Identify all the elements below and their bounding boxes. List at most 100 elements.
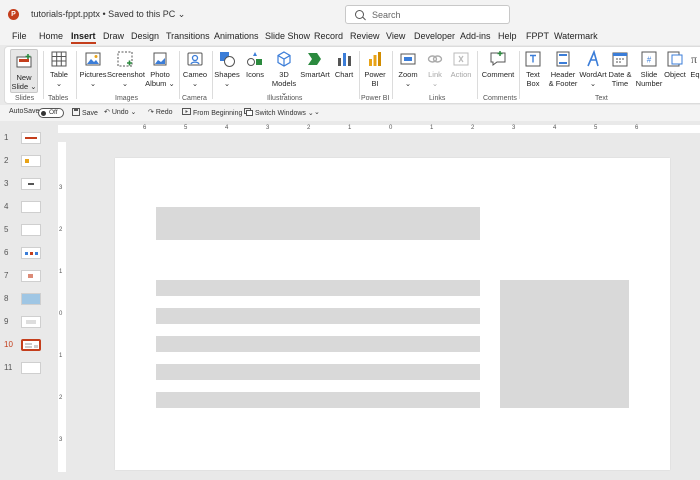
save-button[interactable]: Save (72, 108, 98, 117)
object-button[interactable]: Object (661, 50, 689, 79)
undo-icon: ↶ (104, 109, 110, 116)
redo-button[interactable]: ↷ Redo (148, 108, 173, 116)
screenshot-button[interactable]: Screenshot ⌄ (107, 50, 145, 88)
header-footer-label-1: Header (550, 70, 576, 79)
slide-thumbnail-5[interactable]: 5 (0, 224, 50, 238)
photo-album-label-2: Album ⌄ (145, 79, 175, 88)
pictures-button[interactable]: Pictures ⌄ (78, 50, 108, 88)
date-time-button[interactable]: Date & Time (607, 50, 633, 88)
tab-file[interactable]: File (12, 31, 27, 41)
text-line-placeholder[interactable] (156, 392, 480, 408)
wordart-button[interactable]: WordArt ⌄ (578, 50, 608, 88)
tab-add-ins[interactable]: Add-ins (460, 31, 491, 41)
slide-thumbnail-3[interactable]: 3 (0, 178, 50, 192)
new-slide-label-1: New (16, 73, 32, 82)
search-input[interactable]: Search (345, 5, 510, 24)
slide-number-icon: # (641, 51, 657, 67)
group-label-camera: Camera (182, 95, 207, 102)
switch-windows-label: Switch Windows ⌄ (254, 110, 314, 117)
photo-album-label-1: Photo (150, 70, 170, 79)
ruler-tick: 5 (184, 125, 188, 131)
undo-button[interactable]: ↶ Undo ⌄ (104, 108, 136, 116)
document-title[interactable]: tutorials-fppt.pptx • Saved to this PC ⌄ (31, 9, 185, 20)
new-slide-button[interactable]: New Slide ⌄ (10, 49, 38, 93)
tab-help[interactable]: Help (498, 31, 517, 41)
slide-thumbnail-1[interactable]: 1 (0, 132, 50, 146)
tab-fppt[interactable]: FPPT (526, 31, 549, 41)
table-icon (51, 51, 67, 67)
smartart-button[interactable]: SmartArt (299, 50, 331, 79)
tab-design[interactable]: Design (131, 31, 159, 41)
icons-icon (247, 52, 262, 66)
slide-thumbnail-2[interactable]: 2 (0, 155, 50, 169)
from-beginning-button[interactable]: From Beginning (182, 108, 242, 117)
3d-models-button[interactable]: 3D Models ⌄ (269, 50, 299, 97)
tab-watermark[interactable]: Watermark (554, 31, 598, 41)
header-footer-button[interactable]: Header & Footer (546, 50, 580, 88)
ribbon-insert: New Slide ⌄ Slides Table ⌄ Tables Pictur… (4, 46, 700, 104)
save-icon (72, 108, 80, 116)
slide-number-button[interactable]: # Slide Number (634, 50, 664, 88)
powerpoint-logo-icon: P (8, 9, 19, 20)
tab-developer[interactable]: Developer (414, 31, 455, 41)
text-line-placeholder[interactable] (156, 280, 480, 296)
title-bar: P tutorials-fppt.pptx • Saved to this PC… (0, 0, 700, 30)
tab-view[interactable]: View (386, 31, 405, 41)
slide-thumbnail-11[interactable]: 11 (0, 362, 50, 376)
thumbnail-preview (21, 155, 41, 167)
tab-insert[interactable]: Insert (71, 31, 96, 44)
icons-button[interactable]: Icons (242, 50, 268, 79)
comment-button[interactable]: Comment (480, 50, 516, 79)
autosave-toggle[interactable]: Off (38, 108, 64, 118)
action-button[interactable]: Action (448, 50, 474, 79)
slide-thumbnail-6[interactable]: 6 (0, 247, 50, 261)
equation-button[interactable]: π Eq (689, 50, 700, 79)
slide-thumbnail-9[interactable]: 9 (0, 316, 50, 330)
undo-label: Undo (111, 109, 129, 116)
ruler-tick: 0 (389, 125, 393, 131)
title-placeholder[interactable] (156, 207, 480, 240)
link-button[interactable]: Link ⌄ (423, 50, 447, 88)
zoom-button[interactable]: Zoom ⌄ (395, 50, 421, 88)
tab-draw[interactable]: Draw (103, 31, 124, 41)
power-bi-icon (369, 52, 381, 66)
object-label: Object (664, 70, 686, 79)
ruler-tick: 2 (471, 125, 475, 131)
thumbnail-preview (21, 293, 41, 305)
slide-number: 1 (4, 133, 9, 142)
group-label-links: Links (429, 95, 446, 102)
thumbnail-preview (21, 201, 41, 213)
chart-button[interactable]: Chart (332, 50, 356, 79)
tab-transitions[interactable]: Transitions (166, 31, 210, 41)
text-line-placeholder[interactable] (156, 308, 480, 324)
switch-windows-button[interactable]: Switch Windows ⌄ (244, 108, 314, 117)
undo-dropdown-chevron[interactable]: ⌄ (131, 109, 137, 116)
slide-thumbnail-8[interactable]: 8 (0, 293, 50, 307)
tab-home[interactable]: Home (39, 31, 63, 41)
ruler-tick: 1 (59, 353, 63, 359)
image-placeholder[interactable] (500, 280, 629, 408)
slide-thumbnail-7[interactable]: 7 (0, 270, 50, 284)
text-line-placeholder[interactable] (156, 364, 480, 380)
slide-thumbnail-10[interactable]: 10 (0, 339, 50, 353)
shapes-label-1: Shapes (214, 70, 240, 79)
table-button[interactable]: Table ⌄ (46, 50, 72, 88)
tab-record[interactable]: Record (314, 31, 343, 41)
ruler-tick: 3 (59, 437, 63, 443)
power-bi-button[interactable]: Power BI (362, 50, 388, 88)
slide-canvas[interactable] (115, 158, 670, 470)
slide-number: 9 (4, 317, 9, 326)
text-box-button[interactable]: Text Box (521, 50, 545, 88)
comment-label: Comment (481, 70, 515, 79)
photo-album-button[interactable]: Photo Album ⌄ (145, 50, 175, 88)
text-line-placeholder[interactable] (156, 336, 480, 352)
tab-review[interactable]: Review (350, 31, 380, 41)
chart-label: Chart (334, 70, 354, 79)
shapes-button[interactable]: Shapes ⌄ (213, 50, 241, 88)
cameo-button[interactable]: Cameo ⌄ (181, 50, 209, 88)
customize-toolbar-chevron[interactable]: ⌄ (314, 108, 320, 116)
tab-animations[interactable]: Animations (214, 31, 259, 41)
tab-slide-show[interactable]: Slide Show (265, 31, 310, 41)
slide-thumbnail-4[interactable]: 4 (0, 201, 50, 215)
pictures-label-2: ⌄ (89, 79, 97, 88)
